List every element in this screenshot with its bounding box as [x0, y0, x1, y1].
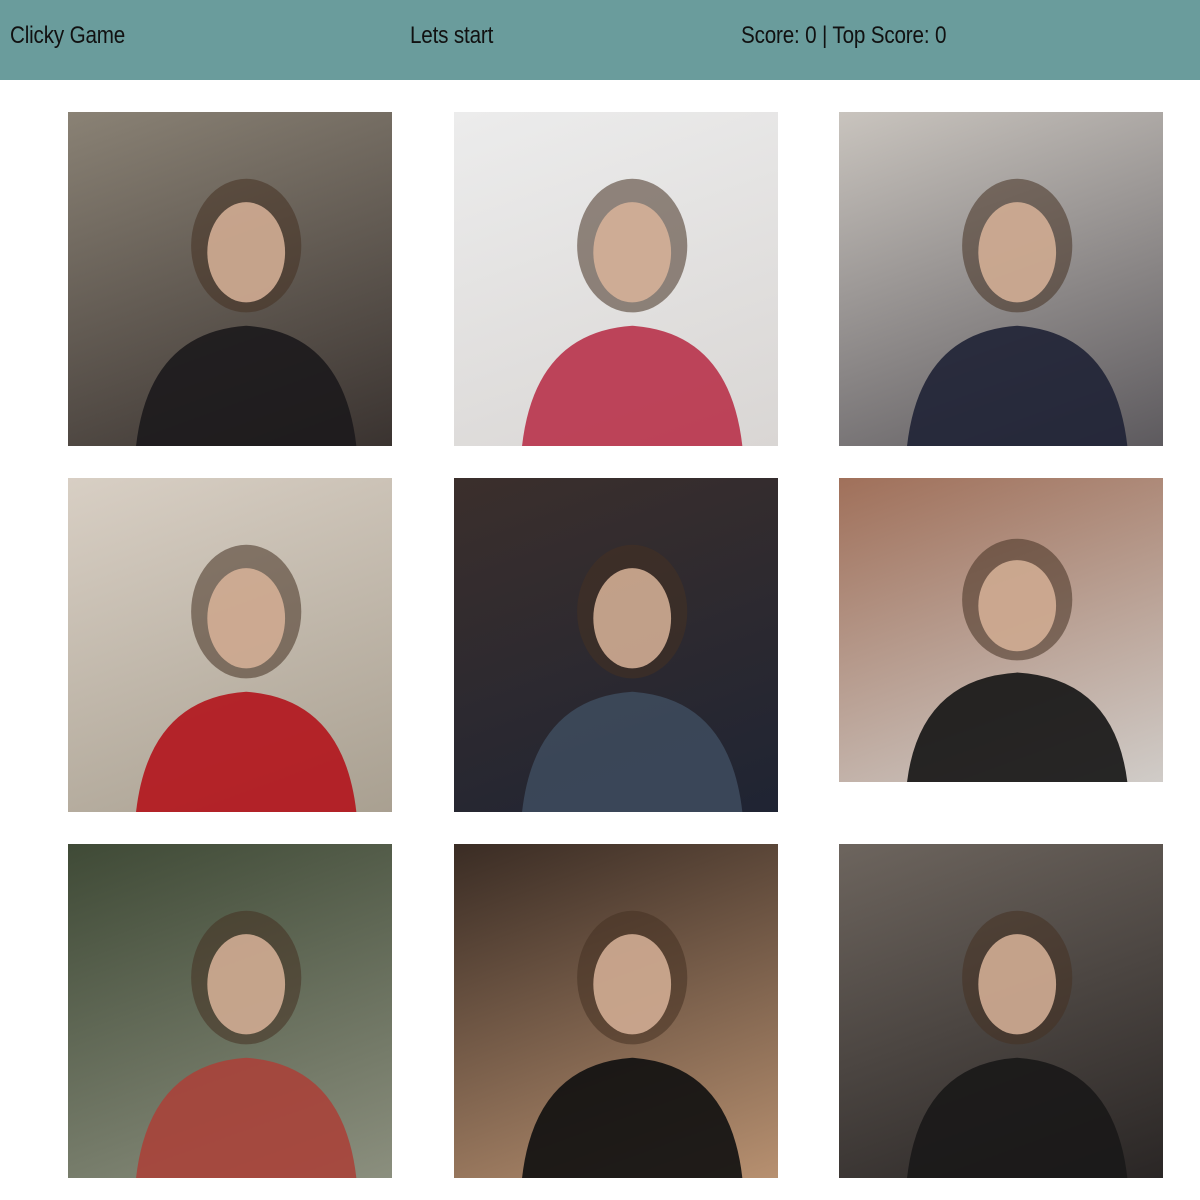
person-silhouette	[136, 910, 357, 1178]
celebrity-photo	[68, 478, 392, 812]
card-woman-holding-camera[interactable]	[68, 112, 392, 446]
card-smiling-man[interactable]	[839, 478, 1163, 782]
person-silhouette	[136, 544, 357, 812]
person-silhouette	[136, 178, 357, 446]
card-woman-short-blonde-hair[interactable]	[454, 112, 778, 446]
card-woman-patterned-jacket[interactable]	[454, 844, 778, 1178]
celebrity-photo	[454, 112, 778, 446]
celebrity-photo	[839, 112, 1163, 446]
status-message: Lets start	[410, 22, 494, 49]
score-display: Score: 0 | Top Score: 0	[741, 22, 947, 49]
person-silhouette	[522, 544, 743, 812]
person-silhouette	[907, 910, 1128, 1178]
celebrity-photo	[839, 844, 1163, 1178]
card-pirate[interactable]	[68, 844, 392, 1178]
card-woman-on-sofa[interactable]	[454, 478, 778, 812]
person-silhouette	[522, 910, 743, 1178]
card-woman-with-glasses[interactable]	[839, 844, 1163, 1178]
person-silhouette	[522, 178, 743, 446]
brand-title[interactable]: Clicky Game	[10, 20, 125, 52]
card-couple-smiling[interactable]	[839, 112, 1163, 446]
celebrity-photo	[454, 478, 778, 812]
card-woman-by-mailbox[interactable]	[68, 478, 392, 812]
person-silhouette	[907, 178, 1128, 446]
celebrity-photo	[454, 844, 778, 1178]
celebrity-photo	[839, 478, 1163, 782]
celebrity-photo	[68, 112, 392, 446]
person-silhouette	[907, 538, 1128, 782]
celebrity-photo	[68, 844, 392, 1178]
navbar: Clicky Game Lets start Score: 0 | Top Sc…	[0, 0, 1200, 80]
